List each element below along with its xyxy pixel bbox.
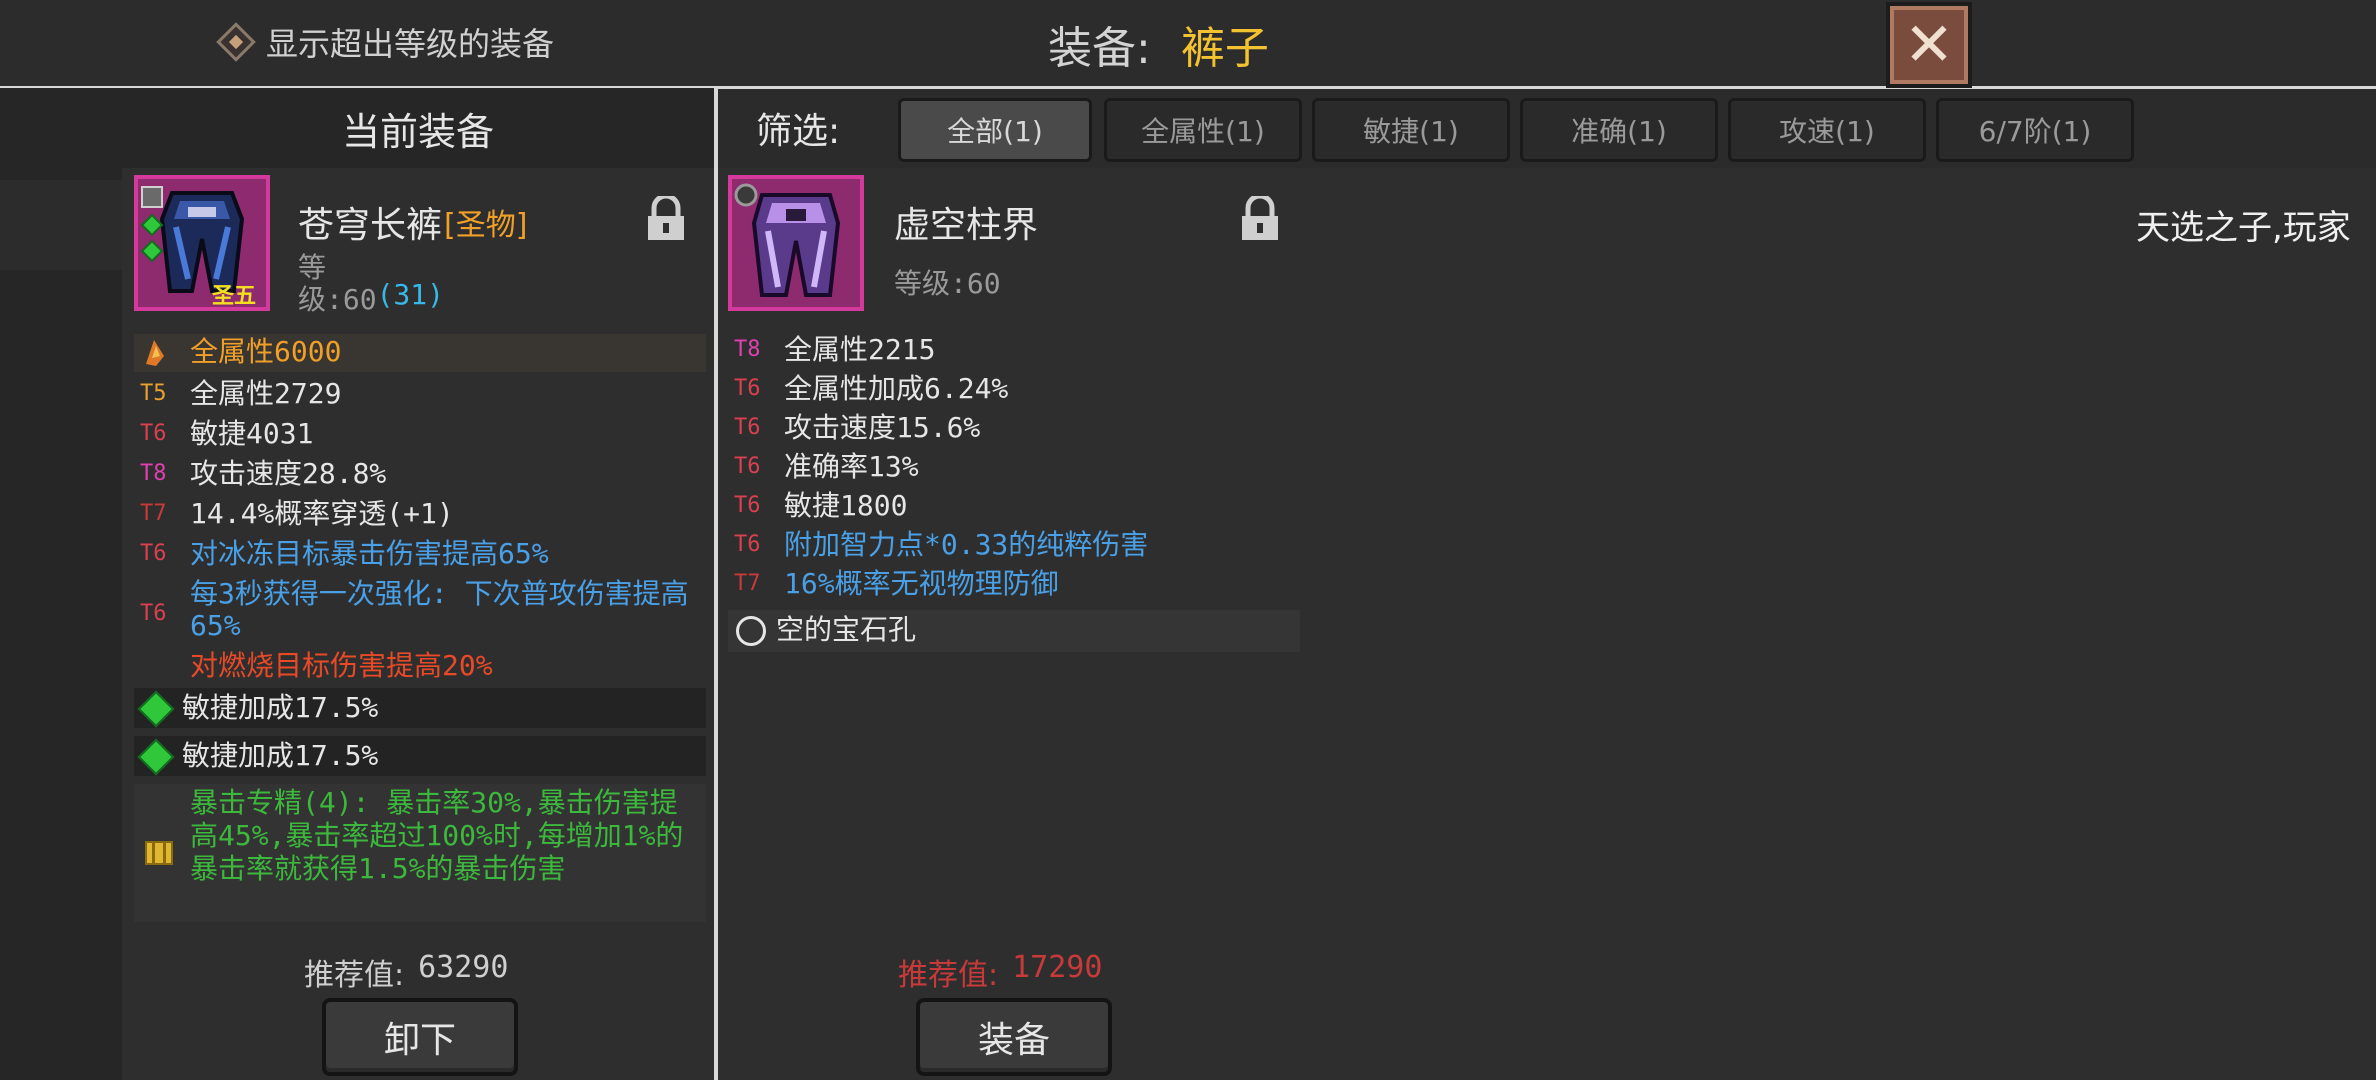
main-stat-text: 全属性6000 xyxy=(190,335,342,368)
title-label: 装备: xyxy=(1048,23,1151,74)
equip-button[interactable]: 装备 xyxy=(916,998,1112,1076)
tier-label: T6 xyxy=(734,493,761,518)
tier-label: T8 xyxy=(734,337,761,362)
tier-label: T8 xyxy=(140,461,167,486)
scroll-icon xyxy=(142,838,176,868)
filter-tab-agility[interactable]: 敏捷(1) xyxy=(1312,98,1510,162)
current-item-title: 苍穹长裤 [圣物] xyxy=(298,196,527,248)
tier-label: T7 xyxy=(734,571,761,596)
current-stat-row: T6 敏捷4031 xyxy=(140,418,313,450)
stat-text: 攻击速度28.8% xyxy=(190,457,387,490)
candidate-stat-row: T6 攻击速度15.6% xyxy=(734,412,980,444)
show-over-level-toggle[interactable]: 显示超出等级的装备 xyxy=(216,18,555,66)
tier-label: T6 xyxy=(734,415,761,440)
candidate-stat-row: T8 全属性2215 xyxy=(734,334,935,366)
stat-text: 准确率13% xyxy=(784,450,919,483)
tier-label: T6 xyxy=(140,541,167,566)
current-item-badge: 圣五 xyxy=(212,284,257,309)
empty-socket-icon xyxy=(736,616,766,646)
stat-text: 附加智力点*0.33的纯粹伤害 xyxy=(784,528,1149,561)
candidate-stat-row: T6 全属性加成6.24% xyxy=(734,373,1008,405)
stat-text: 全属性加成6.24% xyxy=(784,372,1009,405)
set-bonus-text: 暴击专精(4): 暴击率30%,暴击伤害提高45%,暴击率超过100%时,每增加… xyxy=(190,786,684,885)
current-stat-row: T6 对冰冻目标暴击伤害提高65% xyxy=(140,538,549,570)
stat-text: 全属性2215 xyxy=(784,333,936,366)
title-slot-name: 裤子 xyxy=(1180,23,1269,74)
bonus-red-text: 对燃烧目标伤害提高20% xyxy=(190,649,493,682)
tier-label: T6 xyxy=(734,376,761,401)
current-level-extra: (31) xyxy=(376,278,445,311)
candidate-stat-row: T6 准确率13% xyxy=(734,451,919,483)
lock-icon[interactable] xyxy=(1240,193,1280,242)
left-gutter-band xyxy=(0,180,122,270)
tier-label: T6 xyxy=(140,421,167,446)
current-stat-row: T8 攻击速度28.8% xyxy=(140,458,386,490)
candidate-level: 等级:60 xyxy=(894,267,1001,300)
candidate-stat-row: T6 附加智力点*0.33的纯粹伤害 xyxy=(734,529,1148,561)
current-stat-row: T5 全属性2729 xyxy=(140,378,341,410)
stat-text: 全属性2729 xyxy=(190,377,342,410)
toggle-diamond-icon[interactable] xyxy=(216,22,256,62)
toggle-label: 显示超出等级的装备 xyxy=(266,25,555,63)
close-icon[interactable]: ✕ xyxy=(1904,15,1954,75)
stat-text: 敏捷1800 xyxy=(784,489,908,522)
filter-label: 筛选: xyxy=(756,111,841,152)
main-stat-icon xyxy=(140,336,170,368)
tier-label: T5 xyxy=(140,381,167,406)
stat-text: 敏捷4031 xyxy=(190,417,314,450)
tier-label: T6 xyxy=(140,601,167,626)
candidate-item-icon[interactable] xyxy=(728,175,864,311)
current-level-label: 级:60 xyxy=(298,283,377,316)
stat-text: 14.4%概率穿透(+1) xyxy=(190,497,454,530)
filter-tab-all[interactable]: 全部(1) xyxy=(898,98,1092,162)
current-stat-row: T6 每3秒获得一次强化: 下次普攻伤害提高65% xyxy=(140,578,700,642)
candidate-item-name: 虚空柱界 xyxy=(894,205,1039,246)
candidate-stat-row: T7 16%概率无视物理防御 xyxy=(734,568,1059,600)
unequip-button[interactable]: 卸下 xyxy=(322,998,518,1076)
player-title-text: 天选之子,玩家 xyxy=(2136,208,2351,248)
current-score-label: 推荐值: xyxy=(304,958,405,993)
candidate-score-label: 推荐值: xyxy=(898,958,999,993)
current-level: 级:60 (31) xyxy=(298,278,444,318)
candidate-stat-row: T6 敏捷1800 xyxy=(734,490,907,522)
page-title: 装备: 裤子 xyxy=(1048,12,1269,76)
stat-text: 16%概率无视物理防御 xyxy=(784,567,1059,600)
current-score: 推荐值: 63290 xyxy=(304,950,508,994)
empty-socket-text: 空的宝石孔 xyxy=(776,613,917,646)
current-item-tag: [圣物] xyxy=(444,208,528,243)
filter-tab-attack-speed[interactable]: 攻速(1) xyxy=(1728,98,1926,162)
stat-text: 对冰冻目标暴击伤害提高65% xyxy=(190,537,549,570)
current-equipment-header: 当前装备 xyxy=(122,88,714,168)
detail-panel xyxy=(1310,168,2376,1080)
stat-text: 攻击速度15.6% xyxy=(784,411,981,444)
gem-text: 敏捷加成17.5% xyxy=(182,691,379,724)
filter-tab-all-attributes[interactable]: 全属性(1) xyxy=(1104,98,1302,162)
tier-label: T7 xyxy=(140,501,167,526)
tier-label: T6 xyxy=(734,532,761,557)
tier-label: T6 xyxy=(734,454,761,479)
candidate-score-value: 17290 xyxy=(1012,950,1103,985)
current-score-value: 63290 xyxy=(418,950,509,985)
gem-text: 敏捷加成17.5% xyxy=(182,739,379,772)
filter-tab-tier-6-7[interactable]: 6/7阶(1) xyxy=(1936,98,2134,162)
pants-icon xyxy=(732,179,860,307)
close-button[interactable]: ✕ xyxy=(1886,2,1972,88)
stat-text: 每3秒获得一次强化: 下次普攻伤害提高65% xyxy=(190,577,689,642)
candidate-score: 推荐值: 17290 xyxy=(898,950,1102,994)
current-item-name: 苍穹长裤 xyxy=(298,205,443,246)
lock-icon[interactable] xyxy=(646,193,686,242)
filter-tab-accuracy[interactable]: 准确(1) xyxy=(1520,98,1718,162)
current-stat-row: T7 14.4%概率穿透(+1) xyxy=(140,498,454,530)
